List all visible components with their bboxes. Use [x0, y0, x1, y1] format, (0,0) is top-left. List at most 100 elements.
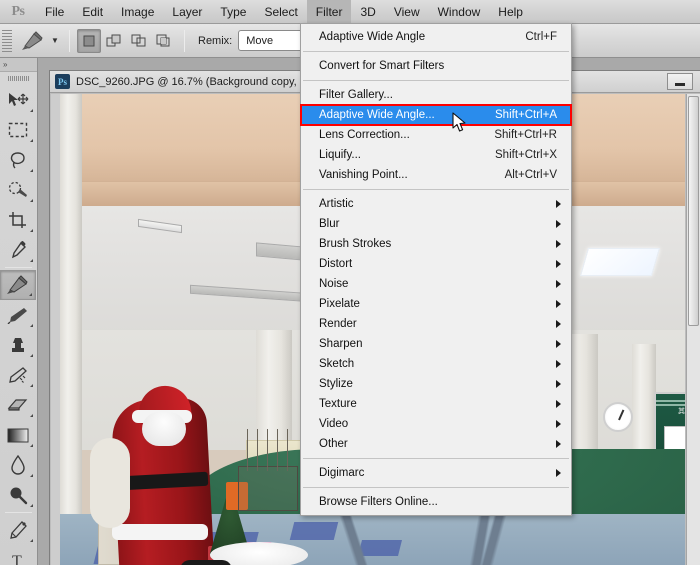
menu-separator	[303, 458, 569, 459]
menu-item-convert-for-smart-filters[interactable]: Convert for Smart Filters	[301, 56, 571, 76]
menu-item-lens-correction[interactable]: Lens Correction... Shift+Ctrl+R	[301, 125, 571, 145]
options-bar-grip[interactable]	[2, 29, 12, 52]
tools-panel-collapse-button[interactable]: »	[0, 58, 37, 72]
blur-tool[interactable]	[0, 450, 36, 480]
intersect-selection-button[interactable]	[152, 29, 176, 53]
menu-item-brush-strokes[interactable]: Brush Strokes	[301, 234, 571, 254]
menu-item-label: Sharpen	[319, 338, 363, 350]
menubar-item-view[interactable]: View	[385, 0, 429, 24]
new-selection-button[interactable]	[77, 28, 101, 53]
photo-board-text: 其他	[678, 407, 685, 415]
rectangular-marquee-tool[interactable]	[0, 115, 36, 145]
menu-item-label: Adaptive Wide Angle...	[319, 109, 435, 121]
photoshop-logo: Ps	[11, 3, 26, 19]
menu-item-noise[interactable]: Noise	[301, 274, 571, 294]
menu-item-label: Stylize	[319, 378, 353, 390]
crop-tool[interactable]	[0, 205, 36, 235]
submenu-arrow-icon	[556, 340, 561, 348]
tools-panel: » T	[0, 58, 38, 565]
menu-item-vanishing-point[interactable]: Vanishing Point... Alt+Ctrl+V	[301, 165, 571, 185]
menu-item-adaptive-wide-angle[interactable]: Adaptive Wide Angle Ctrl+F	[301, 27, 571, 47]
photo-santa-coat-trim	[112, 524, 208, 540]
menu-item-label: Brush Strokes	[319, 238, 392, 250]
menu-item-label: Texture	[319, 398, 357, 410]
menubar-item-layer[interactable]: Layer	[163, 0, 211, 24]
submenu-arrow-icon	[556, 260, 561, 268]
menu-item-pixelate[interactable]: Pixelate	[301, 294, 571, 314]
clone-stamp-tool[interactable]	[0, 330, 36, 360]
tools-panel-grip[interactable]	[0, 72, 37, 85]
brush-tool[interactable]	[0, 300, 36, 330]
menubar-item-file[interactable]: File	[36, 0, 73, 24]
menu-item-render[interactable]: Render	[301, 314, 571, 334]
remix-label: Remix:	[198, 34, 233, 47]
quick-selection-tool[interactable]	[0, 175, 36, 205]
horizontal-type-tool[interactable]: T	[0, 545, 36, 565]
menubar-item-edit[interactable]: Edit	[73, 0, 112, 24]
menubar-item-type[interactable]: Type	[211, 0, 255, 24]
menu-item-label: Filter Gallery...	[319, 89, 393, 101]
history-brush-tool[interactable]	[0, 360, 36, 390]
menu-item-stylize[interactable]: Stylize	[301, 374, 571, 394]
submenu-arrow-icon	[556, 300, 561, 308]
menu-item-shortcut: Ctrl+F	[525, 31, 557, 43]
menu-item-blur[interactable]: Blur	[301, 214, 571, 234]
menubar-item-select[interactable]: Select	[255, 0, 306, 24]
move-tool[interactable]	[0, 85, 36, 115]
menu-item-shortcut: Shift+Ctrl+A	[495, 109, 557, 121]
menu-item-sharpen[interactable]: Sharpen	[301, 334, 571, 354]
menu-bar: Ps File Edit Image Layer Type Select Filter 3D V…	[0, 0, 700, 24]
divider	[69, 29, 70, 52]
menu-item-adaptive-wide-angle[interactable]: Adaptive Wide Angle... Shift+Ctrl+A	[300, 104, 572, 126]
submenu-arrow-icon	[556, 200, 561, 208]
menu-item-digimarc[interactable]: Digimarc	[301, 463, 571, 483]
tool-preset-chevron-down-icon[interactable]: ▼	[48, 28, 62, 54]
eraser-tool[interactable]	[0, 390, 36, 420]
menubar-item-image[interactable]: Image	[112, 0, 163, 24]
menu-item-filter-gallery[interactable]: Filter Gallery...	[301, 85, 571, 105]
menubar-item-3d[interactable]: 3D	[351, 0, 384, 24]
submenu-arrow-icon	[556, 420, 561, 428]
menubar-item-help[interactable]: Help	[489, 0, 532, 24]
gradient-tool[interactable]	[0, 420, 36, 450]
patch-tool[interactable]	[0, 270, 36, 300]
menu-item-other[interactable]: Other	[301, 434, 571, 454]
minimize-button[interactable]	[667, 73, 693, 90]
menu-item-label: Convert for Smart Filters	[319, 60, 445, 72]
menu-item-label: Video	[319, 418, 349, 430]
add-to-selection-button[interactable]	[102, 29, 126, 53]
subtract-from-selection-button[interactable]	[127, 29, 151, 53]
menu-separator	[303, 487, 569, 488]
menu-item-texture[interactable]: Texture	[301, 394, 571, 414]
lasso-tool[interactable]	[0, 145, 36, 175]
eyedropper-tool[interactable]	[0, 235, 36, 265]
remix-selected-value: Move	[246, 34, 274, 47]
svg-text:T: T	[12, 553, 22, 565]
menu-item-artistic[interactable]: Artistic	[301, 194, 571, 214]
menu-item-distort[interactable]: Distort	[301, 254, 571, 274]
submenu-arrow-icon	[556, 220, 561, 228]
menu-item-label: Sketch	[319, 358, 355, 370]
canvas-vertical-scrollbar[interactable]	[686, 94, 700, 565]
dodge-tool[interactable]	[0, 480, 36, 510]
menu-item-shortcut: Shift+Ctrl+X	[495, 149, 557, 161]
patch-tool-icon[interactable]	[18, 28, 48, 54]
photo-blue-tile	[289, 522, 339, 540]
menu-item-label: Liquify...	[319, 149, 361, 161]
submenu-arrow-icon	[556, 280, 561, 288]
menu-item-browse-filters-online[interactable]: Browse Filters Online...	[301, 492, 571, 512]
pen-tool[interactable]	[0, 515, 36, 545]
menu-item-sketch[interactable]: Sketch	[301, 354, 571, 374]
menu-item-liquify[interactable]: Liquify... Shift+Ctrl+X	[301, 145, 571, 165]
menu-item-video[interactable]: Video	[301, 414, 571, 434]
menubar-item-filter[interactable]: Filter	[306, 0, 352, 24]
submenu-arrow-icon	[556, 360, 561, 368]
menu-item-label: Lens Correction...	[319, 129, 410, 141]
menu-separator	[303, 80, 569, 81]
scrollbar-thumb[interactable]	[688, 96, 699, 326]
photo-column-left	[60, 94, 82, 565]
photo-wall-clock	[603, 402, 633, 432]
menu-item-label: Distort	[319, 258, 353, 270]
menu-item-label: Digimarc	[319, 467, 365, 479]
menubar-item-window[interactable]: Window	[429, 0, 490, 24]
